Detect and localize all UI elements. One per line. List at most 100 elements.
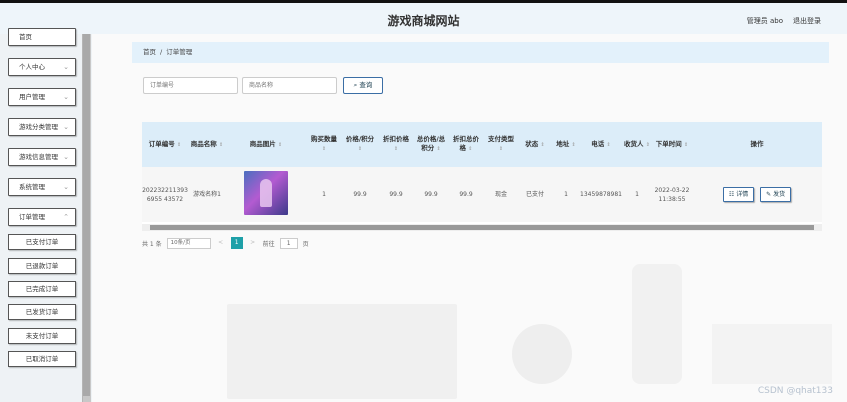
sort-icon: ⇕ [540,141,545,148]
cell-pay-type: 现金 [484,167,518,222]
col-product-name[interactable]: 商品名称 ⇕ [188,122,226,167]
sort-icon: ⇕ [498,146,504,152]
sidebar-scrollbar-thumb[interactable] [83,34,90,396]
col-order-time[interactable]: 下单时间 ⇕ [652,122,692,167]
top-header: 游戏商城网站 管理员 abo 退出登录 [0,0,847,34]
table-scrollbar-thumb[interactable] [150,225,814,230]
watermark: CSDN @qhat133 [757,386,833,396]
order-no-input[interactable] [143,77,238,94]
breadcrumb-separator: / [160,48,163,56]
sort-icon: ⇕ [219,141,224,148]
col-order-no[interactable]: 订单编号 ⇕ [142,122,188,167]
sort-icon: ⇕ [321,146,327,152]
pager-goto-input[interactable]: 1 [279,237,298,249]
col-pay-type[interactable]: 支付类型 ⇕ [484,122,518,167]
chevron-down-icon: ⌄ [63,123,69,131]
sidebar-subitem-unpaid[interactable]: 未支付订单 [8,328,76,344]
sidebar-subitem-shipped[interactable]: 已发货订单 [8,304,76,320]
col-product-image[interactable]: 商品图片 ⇕ [226,122,306,167]
breadcrumb-home[interactable]: 首页 [143,48,156,56]
col-phone[interactable]: 电话 ⇕ [580,122,622,167]
sidebar-item-game-info[interactable]: 游戏信息管理 ⌄ [8,148,76,166]
sort-icon: ⇕ [393,146,399,152]
pager-next-button[interactable]: > [248,237,258,249]
pager-total: 共 1 条 [142,240,162,248]
cell-status: 已支付 [518,167,552,222]
col-discount-total[interactable]: 折扣总价格 ⇕ [448,122,484,167]
site-title: 游戏商城网站 [387,14,460,28]
col-address[interactable]: 地址 ⇕ [552,122,580,167]
page-size-select[interactable]: 10条/页 [166,237,211,249]
sort-icon: ⇕ [571,141,576,148]
cell-quantity: 1 [306,167,342,222]
sidebar-item-category[interactable]: 游戏分类管理 ⌄ [8,118,76,136]
chevron-down-icon: ⌄ [63,93,69,101]
col-total-price[interactable]: 总价格/总积分 ⇕ [414,122,448,167]
cell-price: 99.9 [342,167,378,222]
col-actions: 操作 [692,122,822,167]
col-discount-price[interactable]: 折扣价格 ⇕ [378,122,414,167]
cell-product-name: 游戏名称1 [188,167,226,222]
pager-prev-button[interactable]: < [216,237,226,249]
order-table: 订单编号 ⇕ 商品名称 ⇕ 商品图片 ⇕ 购买数量 ⇕ 价格/积分 ⇕ 折扣价格… [142,122,822,230]
table-header-row: 订单编号 ⇕ 商品名称 ⇕ 商品图片 ⇕ 购买数量 ⇕ 价格/积分 ⇕ 折扣价格… [142,122,822,167]
sort-icon: ⇕ [177,141,182,148]
admin-label: 管理员 abo [746,17,783,25]
sidebar-subitem-completed[interactable]: 已完成订单 [8,281,76,297]
table-horizontal-scrollbar[interactable] [142,224,822,231]
background-decoration [512,324,572,384]
cell-phone: 13459878981 [580,167,622,222]
sidebar-subitem-paid[interactable]: 已支付订单 [8,234,76,250]
logout-link[interactable]: 退出登录 [793,16,821,26]
sidebar: 首页 个人中心 ⌄ 用户管理 ⌄ 游戏分类管理 ⌄ 游戏信息管理 ⌄ 系统管理 ⌄ 订单管… [0,28,92,402]
col-receiver[interactable]: 收货人 ⇕ [622,122,652,167]
search-icon: ⌕ [353,81,358,89]
sort-icon: ⇕ [645,141,650,148]
top-right-links: 管理员 abo 退出登录 [747,16,821,26]
cell-total-price: 99.9 [414,167,448,222]
sort-icon: ⇕ [357,146,363,152]
sort-icon: ⇕ [468,146,473,152]
background-decoration [712,324,832,384]
sidebar-subitem-refunded[interactable]: 已退款订单 [8,258,76,274]
background-decoration [227,304,457,399]
col-quantity[interactable]: 购买数量 ⇕ [306,122,342,167]
col-status[interactable]: 状态 ⇕ [518,122,552,167]
sidebar-item-home[interactable]: 首页 [8,28,76,46]
background-decoration [632,264,682,384]
breadcrumb: 首页 / 订单管理 [132,42,829,63]
sidebar-subitem-cancelled[interactable]: 已取消订单 [8,351,76,367]
cell-address: 1 [552,167,580,222]
edit-icon: ✎ [766,191,772,198]
sidebar-item-system[interactable]: 系统管理 ⌄ [8,178,76,196]
table-row: 2022322113936955 43572 游戏名称1 1 99.9 99.9… [142,167,822,222]
product-name-input[interactable] [242,77,337,94]
pager-page-1[interactable]: 1 [230,237,243,249]
chevron-down-icon: ⌄ [63,183,69,191]
cell-receiver: 1 [622,167,652,222]
chevron-down-icon: ⌄ [63,63,69,71]
sidebar-item-profile[interactable]: 个人中心 ⌄ [8,58,76,76]
search-button[interactable]: ⌕ 查询 [343,77,383,94]
pager-goto-label: 前往 [262,240,275,248]
cell-order-no: 2022322113936955 43572 [142,167,188,222]
pager-page-unit: 页 [302,240,309,248]
cell-discount-total: 99.9 [448,167,484,222]
sort-icon: ⇕ [684,141,689,148]
cell-discount-price: 99.9 [378,167,414,222]
cell-product-image [226,167,306,222]
breadcrumb-current: 订单管理 [166,48,193,56]
cell-order-time: 2022-03-22 11:38:55 [652,167,692,222]
pagination: 共 1 条 10条/页 < 1 > 前往 1 页 [142,236,309,250]
detail-icon: ☷ [728,191,735,198]
cell-actions: ☷ 详情 ✎ 发货 [692,167,822,222]
product-thumbnail[interactable] [244,171,288,215]
col-price[interactable]: 价格/积分 ⇕ [342,122,378,167]
chevron-down-icon: ⌄ [63,153,69,161]
ship-button[interactable]: ✎ 发货 [760,187,792,202]
sort-icon: ⇕ [606,141,611,148]
sidebar-item-orders[interactable]: 订单管理 ⌃ [8,208,76,226]
sidebar-item-users[interactable]: 用户管理 ⌄ [8,88,76,106]
detail-button[interactable]: ☷ 详情 [722,187,755,202]
chevron-up-icon: ⌃ [63,213,69,221]
